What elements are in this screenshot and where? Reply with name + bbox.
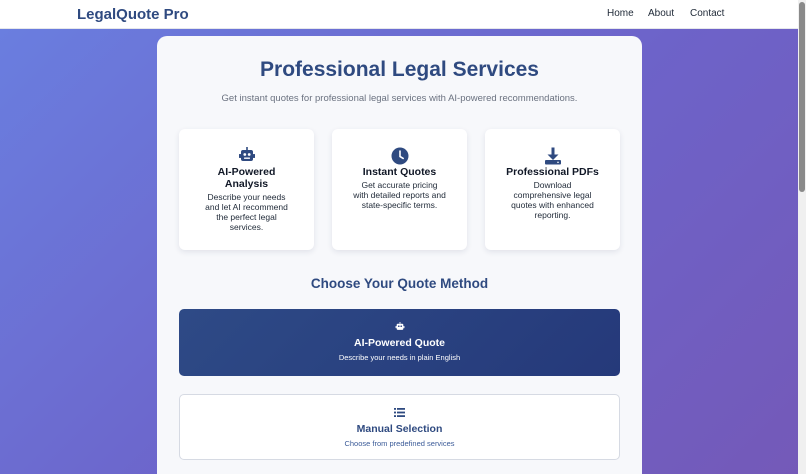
feature-description: Describe your needs and let AI recommend… — [205, 192, 288, 232]
feature-title: Instant Quotes — [362, 166, 437, 178]
nav-link-contact[interactable]: Contact — [690, 8, 724, 19]
brand-logo[interactable]: LegalQuote Pro — [77, 6, 189, 23]
feature-description: Get accurate pricing with detailed repor… — [353, 180, 446, 210]
feature-card-ai-analysis: AI-Powered Analysis Describe your needs … — [179, 129, 314, 250]
feature-description: Download comprehensive legal quotes with… — [511, 180, 594, 220]
page-title: Professional Legal Services — [260, 58, 539, 81]
manual-selection-description: Choose from predefined services — [344, 439, 455, 448]
manual-selection-button[interactable]: Manual Selection Choose from predefined … — [179, 394, 620, 460]
download-icon — [485, 147, 620, 165]
navbar: LegalQuote Pro Home About Contact — [0, 0, 798, 29]
feature-title: AI-Powered Analysis — [217, 166, 276, 190]
quote-method-heading: Choose Your Quote Method — [310, 276, 489, 291]
nav-link-about[interactable]: About — [648, 8, 674, 19]
feature-card-professional-pdfs: Professional PDFs Download comprehensive… — [485, 129, 620, 250]
feature-card-instant-quotes: Instant Quotes Get accurate pricing with… — [332, 129, 467, 250]
manual-selection-title: Manual Selection — [356, 423, 443, 435]
feature-title: Professional PDFs — [506, 166, 599, 178]
robot-icon — [179, 322, 620, 331]
page-subtitle: Get instant quotes for professional lega… — [221, 93, 578, 104]
ai-quote-description: Describe your needs in plain English — [338, 353, 461, 362]
list-icon — [180, 408, 619, 417]
ai-quote-title: AI-Powered Quote — [353, 337, 445, 349]
page-scrollbar[interactable] — [798, 0, 806, 474]
robot-icon — [179, 147, 314, 165]
clock-icon — [332, 147, 467, 165]
nav-link-home[interactable]: Home — [607, 8, 634, 19]
ai-quote-button[interactable]: AI-Powered Quote Describe your needs in … — [179, 309, 620, 376]
main-card: Professional Legal Services Get instant … — [157, 36, 642, 474]
scrollbar-thumb[interactable] — [799, 2, 805, 192]
